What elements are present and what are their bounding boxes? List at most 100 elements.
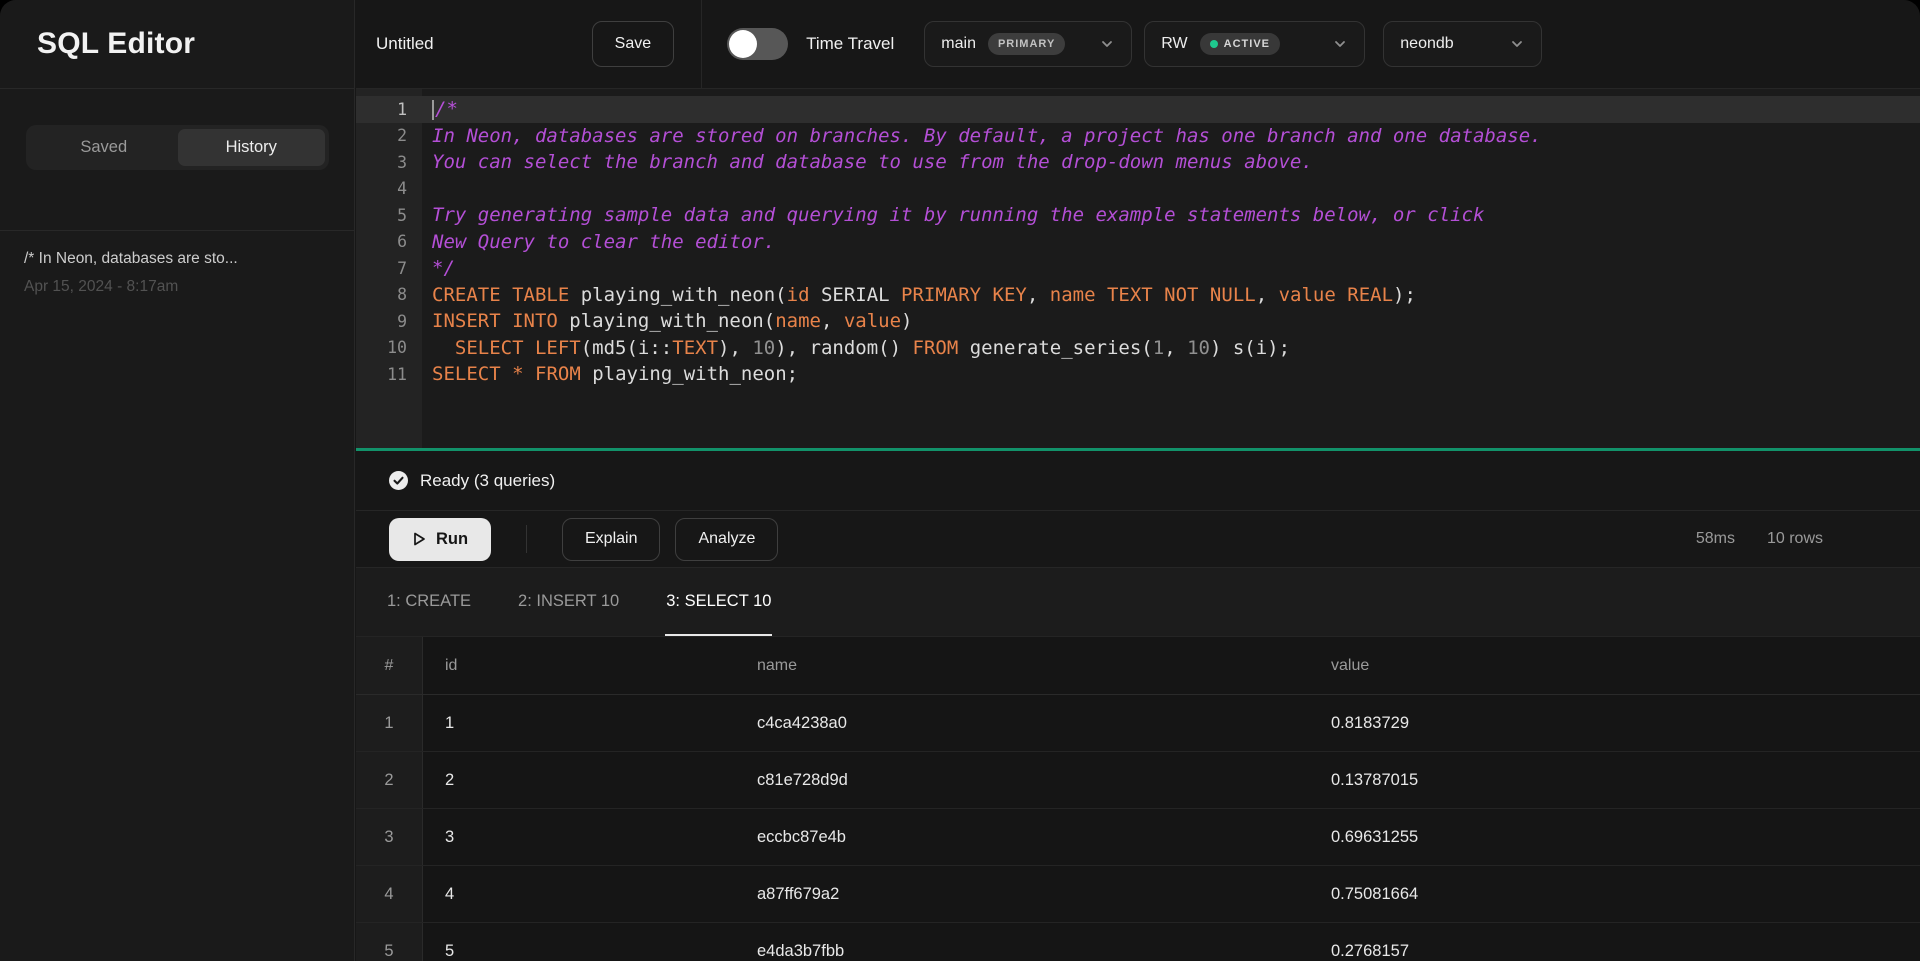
play-icon (412, 531, 427, 547)
table-cell: 0.2768157 (1309, 942, 1920, 961)
table-cell: 1 (423, 714, 735, 733)
history-list-item[interactable]: /* In Neon, databases are sto... Apr 15,… (0, 231, 354, 315)
chevron-down-icon (1509, 36, 1525, 52)
topbar: Untitled Save Time Travel main PRIMARY R… (356, 0, 1920, 89)
ready-check-icon (389, 471, 408, 490)
run-button[interactable]: Run (389, 518, 491, 561)
result-tab-3[interactable]: 3: SELECT 10 (665, 568, 772, 636)
explain-button[interactable]: Explain (562, 518, 660, 561)
line-number: 9 (356, 312, 422, 331)
sidebar-header: SQL Editor (0, 0, 354, 89)
compute-status-badge: ACTIVE (1200, 33, 1280, 55)
table-cell: 4 (423, 885, 735, 904)
code-line-text: New Query to clear the editor. (422, 231, 775, 253)
analyze-button[interactable]: Analyze (675, 518, 778, 561)
time-travel-label: Time Travel (806, 34, 894, 54)
line-number: 7 (356, 259, 422, 278)
result-tab-1[interactable]: 1: CREATE (386, 568, 472, 636)
tab-saved[interactable]: Saved (30, 129, 178, 166)
active-status-dot-icon (1210, 40, 1218, 48)
result-row-count: 10 rows (1767, 530, 1823, 548)
code-line-text: INSERT INTO playing_with_neon(name, valu… (422, 310, 913, 332)
line-number: 11 (356, 365, 422, 384)
table-cell: 0.69631255 (1309, 828, 1920, 847)
code-line-text: */ (422, 257, 455, 279)
row-number-cell: 5 (356, 923, 423, 961)
code-line-text: CREATE TABLE playing_with_neon(id SERIAL… (422, 284, 1416, 306)
line-number: 3 (356, 153, 422, 172)
chevron-down-icon (1332, 36, 1348, 52)
table-cell: 0.13787015 (1309, 771, 1920, 790)
compute-status-label: ACTIVE (1224, 38, 1270, 50)
editor-line[interactable]: 4 (356, 176, 1920, 203)
editor-line[interactable]: 3You can select the branch and database … (356, 149, 1920, 176)
editor-line[interactable]: 11SELECT * FROM playing_with_neon; (356, 361, 1920, 388)
database-name: neondb (1400, 35, 1453, 53)
history-item-preview: /* In Neon, databases are sto... (24, 250, 330, 268)
sql-editor[interactable]: 1/*2In Neon, databases are stored on bra… (356, 89, 1920, 448)
chevron-down-icon (1099, 36, 1115, 52)
column-header-value: value (1309, 657, 1920, 675)
table-cell: 0.8183729 (1309, 714, 1920, 733)
compute-select[interactable]: RW ACTIVE (1144, 21, 1365, 67)
saved-history-switch: Saved History (26, 125, 329, 170)
table-cell: e4da3b7fbb (735, 942, 1309, 961)
result-tab-2[interactable]: 2: INSERT 10 (517, 568, 620, 636)
line-number: 8 (356, 285, 422, 304)
editor-line[interactable]: 9INSERT INTO playing_with_neon(name, val… (356, 308, 1920, 335)
editor-line[interactable]: 2In Neon, databases are stored on branch… (356, 123, 1920, 150)
run-button-label: Run (436, 530, 468, 549)
toolbar-divider (526, 525, 527, 553)
code-line-text: /* (422, 98, 458, 120)
table-cell: eccbc87e4b (735, 828, 1309, 847)
code-line-text: You can select the branch and database t… (422, 151, 1313, 173)
text-cursor (432, 100, 434, 120)
line-number: 5 (356, 206, 422, 225)
table-cell: 3 (423, 828, 735, 847)
time-travel-toggle[interactable] (727, 28, 788, 60)
editor-line[interactable]: 5Try generating sample data and querying… (356, 202, 1920, 229)
main-pane: Untitled Save Time Travel main PRIMARY R… (356, 0, 1920, 961)
app-window: SQL Editor Saved History /* In Neon, dat… (0, 0, 1920, 961)
table-row[interactable]: 33eccbc87e4b0.69631255 (356, 809, 1920, 866)
editor-line[interactable]: 1/* (356, 96, 1920, 123)
table-cell: a87ff679a2 (735, 885, 1309, 904)
history-item-date: Apr 15, 2024 - 8:17am (24, 278, 330, 296)
branch-select[interactable]: main PRIMARY (924, 21, 1132, 67)
editor-line[interactable]: 6New Query to clear the editor. (356, 229, 1920, 256)
topbar-divider (701, 0, 702, 89)
row-number-cell: 4 (356, 866, 423, 922)
table-cell: c4ca4238a0 (735, 714, 1309, 733)
code-line-text: SELECT * FROM playing_with_neon; (422, 363, 798, 385)
line-number: 10 (356, 338, 422, 357)
line-number: 2 (356, 126, 422, 145)
branch-name: main (941, 35, 976, 53)
query-duration: 58ms (1696, 530, 1735, 548)
result-tabs: 1: CREATE 2: INSERT 10 3: SELECT 10 (356, 568, 1920, 637)
status-message: Ready (3 queries) (420, 471, 555, 491)
row-number-cell: 3 (356, 809, 423, 865)
code-line-text: Try generating sample data and querying … (422, 204, 1484, 226)
editor-line[interactable]: 7*/ (356, 255, 1920, 282)
line-number: 4 (356, 179, 422, 198)
tab-history[interactable]: History (178, 129, 326, 166)
save-button[interactable]: Save (592, 21, 674, 67)
table-row[interactable]: 11c4ca4238a00.8183729 (356, 695, 1920, 752)
editor-line[interactable]: 10 SELECT LEFT(md5(i::TEXT), 10), random… (356, 335, 1920, 362)
editor-lines: 1/*2In Neon, databases are stored on bra… (356, 89, 1920, 388)
row-number-cell: 1 (356, 695, 423, 751)
table-row[interactable]: 55e4da3b7fbb0.2768157 (356, 923, 1920, 961)
toggle-knob-icon (729, 30, 757, 58)
table-cell: 0.75081664 (1309, 885, 1920, 904)
branch-primary-badge: PRIMARY (988, 33, 1065, 55)
sidebar: SQL Editor Saved History /* In Neon, dat… (0, 0, 355, 961)
table-cell: 5 (423, 942, 735, 961)
editor-line[interactable]: 8CREATE TABLE playing_with_neon(id SERIA… (356, 282, 1920, 309)
database-select[interactable]: neondb (1383, 21, 1542, 67)
table-row[interactable]: 22c81e728d9d0.13787015 (356, 752, 1920, 809)
code-line-text: In Neon, databases are stored on branche… (422, 125, 1542, 147)
code-line-text: SELECT LEFT(md5(i::TEXT), 10), random() … (422, 337, 1290, 359)
table-row[interactable]: 44a87ff679a20.75081664 (356, 866, 1920, 923)
column-header-num: # (356, 637, 423, 694)
line-number: 1 (356, 100, 422, 119)
